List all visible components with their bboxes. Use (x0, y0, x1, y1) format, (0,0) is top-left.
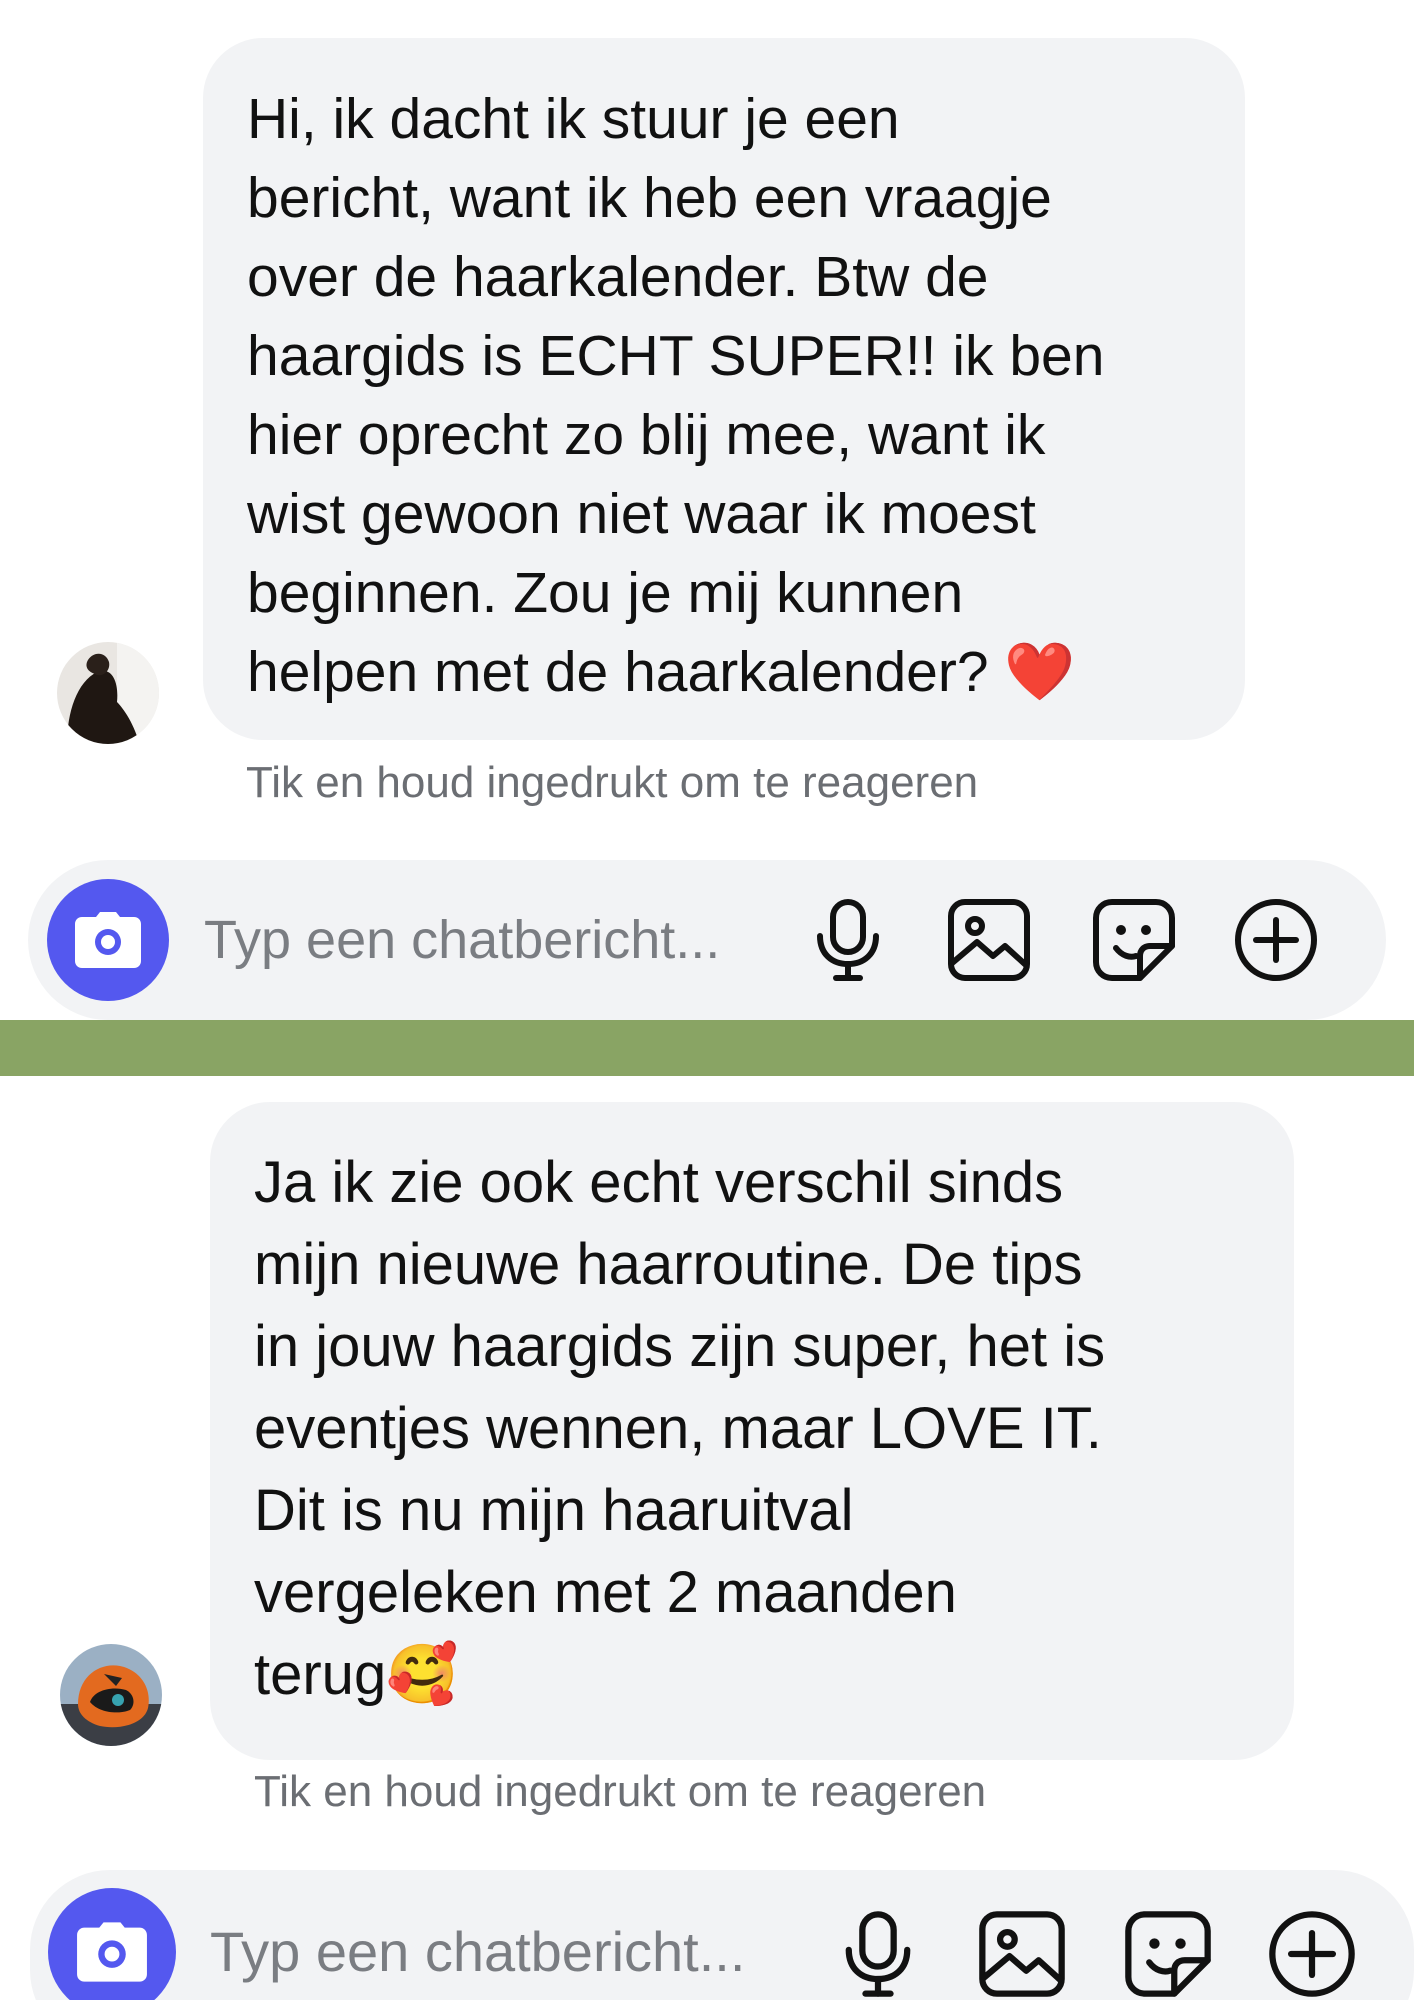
more-button[interactable] (1264, 1906, 1360, 2000)
message-text: Hi, ik dacht ik stuur je een bericht, wa… (247, 87, 1105, 704)
message-input[interactable]: Typ een chatbericht... (210, 1920, 745, 1984)
microphone-icon (845, 1911, 911, 1997)
section-divider (0, 1020, 1414, 1076)
message-input[interactable]: Typ een chatbericht... (204, 908, 720, 972)
image-icon (948, 899, 1030, 981)
message-composer: Typ een chatbericht... (28, 860, 1386, 1020)
message-composer: Typ een chatbericht... (30, 1870, 1414, 2000)
sticker-button[interactable] (1088, 894, 1180, 986)
camera-button[interactable] (47, 879, 169, 1001)
received-message-bubble[interactable]: Hi, ik dacht ik stuur je een bericht, wa… (203, 38, 1245, 740)
chat-panel-1: Hi, ik dacht ik stuur je een bericht, wa… (0, 0, 1414, 1020)
reaction-hint: Tik en houd ingedrukt om te reageren (246, 758, 979, 807)
image-icon (979, 1911, 1065, 1997)
contact-avatar[interactable] (60, 1644, 162, 1746)
gallery-button[interactable] (974, 1906, 1070, 2000)
reaction-hint: Tik en houd ingedrukt om te reageren (254, 1767, 987, 1816)
chat-panel-2: Ja ik zie ook echt verschil sinds mijn n… (0, 1076, 1414, 2000)
gallery-button[interactable] (943, 894, 1035, 986)
camera-button[interactable] (48, 1888, 176, 2000)
sticker-button[interactable] (1120, 1906, 1216, 2000)
plus-circle-icon (1269, 1911, 1355, 1997)
smiling-hearts-emoji: 🥰 (386, 1642, 459, 1707)
camera-icon (77, 1922, 147, 1982)
heart-emoji: ❤️ (1004, 640, 1076, 704)
sticker-icon (1125, 1911, 1211, 1997)
more-button[interactable] (1230, 894, 1322, 986)
voice-button[interactable] (830, 1906, 926, 2000)
received-message-bubble[interactable]: Ja ik zie ook echt verschil sinds mijn n… (210, 1102, 1294, 1760)
voice-button[interactable] (802, 894, 894, 986)
camera-icon (75, 912, 141, 968)
plus-circle-icon (1235, 899, 1317, 981)
contact-avatar[interactable] (57, 642, 159, 744)
message-text: Ja ik zie ook echt verschil sinds mijn n… (254, 1150, 1106, 1707)
microphone-icon (817, 899, 879, 981)
sticker-icon (1093, 899, 1175, 981)
